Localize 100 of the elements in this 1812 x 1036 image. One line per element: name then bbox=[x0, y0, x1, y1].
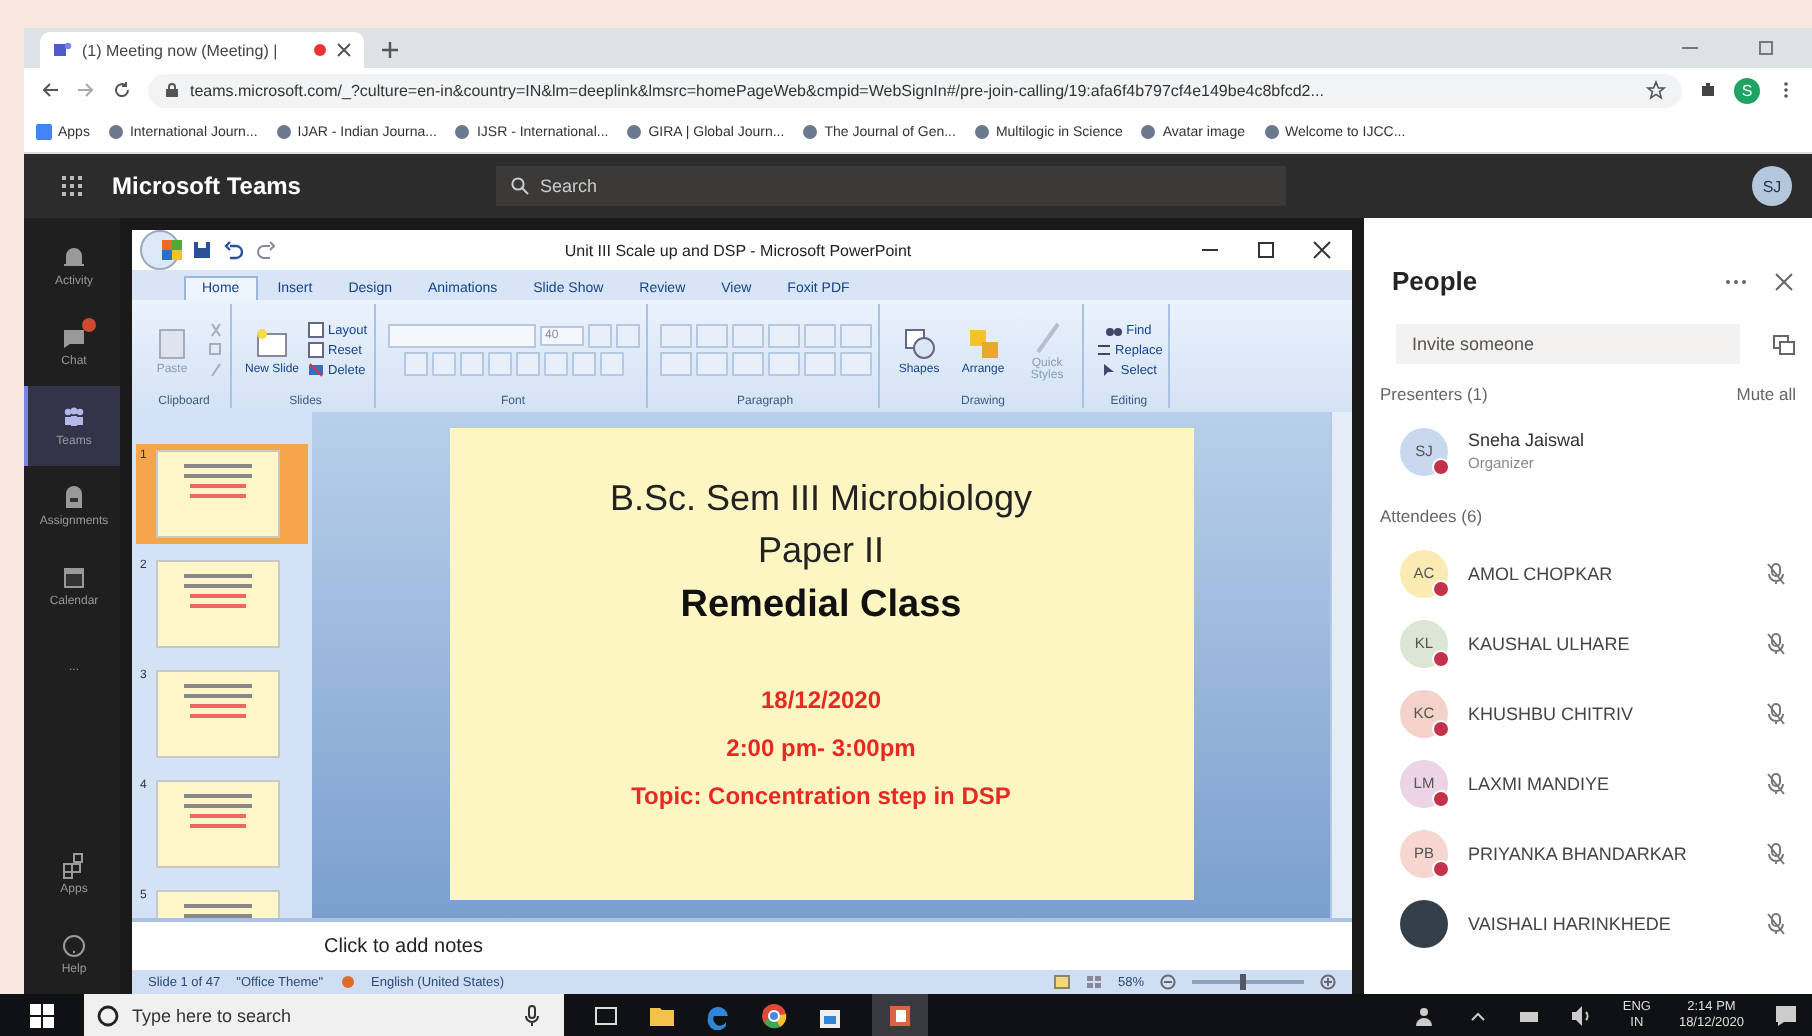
shapes-icon bbox=[901, 325, 938, 361]
zoom-out-icon[interactable] bbox=[1160, 974, 1176, 990]
search-icon bbox=[510, 176, 530, 196]
mic-off-icon[interactable] bbox=[1764, 561, 1788, 585]
slide-text: Topic: Concentration step in DSP bbox=[631, 780, 1011, 814]
cursor-icon bbox=[1100, 362, 1117, 378]
bookmark-icon bbox=[626, 124, 643, 140]
presence-dot bbox=[1432, 859, 1450, 877]
slide-thumbnail bbox=[156, 780, 280, 868]
slide-icon bbox=[254, 325, 290, 361]
undo-icon[interactable] bbox=[224, 240, 244, 260]
close-icon[interactable] bbox=[1312, 240, 1332, 260]
person-name: VAISHALI HARINKHEDE bbox=[1468, 913, 1673, 933]
slide-text: B.Sc. Sem III Microbiology bbox=[609, 476, 1033, 522]
task-view-icon[interactable] bbox=[592, 1001, 620, 1029]
calendar-icon bbox=[60, 564, 88, 592]
mic-off-icon[interactable] bbox=[1764, 771, 1788, 795]
font-name-field[interactable] bbox=[387, 324, 536, 348]
office-logo-icon bbox=[158, 236, 186, 264]
person-name: Sneha Jaiswal bbox=[1468, 430, 1585, 450]
chrome-icon[interactable] bbox=[760, 1001, 788, 1029]
app-launcher-icon[interactable] bbox=[60, 174, 84, 198]
office-button[interactable] bbox=[140, 230, 180, 270]
section-heading[interactable]: Attendees (6) bbox=[1380, 506, 1483, 526]
mic-off-icon[interactable] bbox=[1764, 841, 1788, 865]
bookmark-icon bbox=[36, 124, 52, 140]
presence-dot bbox=[1432, 789, 1450, 807]
bookmark-icon bbox=[1263, 124, 1279, 140]
binoculars-icon bbox=[1106, 322, 1123, 338]
person-name: AMOL CHOPKAR bbox=[1468, 563, 1615, 583]
close-icon[interactable] bbox=[1772, 269, 1796, 293]
powerpoint-taskbar-icon[interactable] bbox=[872, 994, 928, 1036]
section-heading[interactable]: Presenters (1) bbox=[1380, 384, 1488, 404]
clipboard-icon bbox=[154, 325, 190, 361]
sorter-view-icon[interactable] bbox=[1085, 974, 1102, 990]
arrange-icon bbox=[965, 325, 1002, 361]
windows-logo-icon[interactable] bbox=[28, 1001, 56, 1029]
back-icon[interactable] bbox=[40, 80, 60, 100]
replace-icon bbox=[1095, 342, 1112, 358]
reload-icon[interactable] bbox=[112, 80, 132, 100]
bookmark-icon bbox=[275, 124, 292, 140]
cortana-icon bbox=[96, 1003, 120, 1027]
zoom-in-icon[interactable] bbox=[1320, 974, 1336, 990]
share-link-icon[interactable] bbox=[1772, 332, 1796, 356]
presence-dot bbox=[1432, 649, 1450, 667]
browser-tab[interactable]: (1) Meeting now (Meeting) | bbox=[40, 32, 364, 68]
address-bar[interactable]: teams.microsoft.com/_?culture=en-in&country=IN&lm=deeplink&lmsrc=homePageWeb&cmpid=WebSignIn#/pre-join-calling/19:afa6f4b797cf4e149be4c8bfcd2... bbox=[148, 73, 1682, 107]
maximize-icon[interactable] bbox=[1256, 240, 1276, 260]
bookmark-icon bbox=[1140, 124, 1157, 140]
microphone-icon bbox=[520, 1003, 544, 1027]
bookmark-icon bbox=[454, 124, 471, 140]
notification-icon[interactable] bbox=[1772, 1001, 1800, 1029]
powerpoint-icon bbox=[886, 1001, 914, 1029]
slide-text: Paper II bbox=[757, 528, 885, 574]
recording-icon bbox=[314, 44, 326, 56]
spellcheck-icon[interactable] bbox=[339, 974, 356, 990]
person-name: LAXMI MANDIYE bbox=[1468, 773, 1612, 793]
url-text: teams.microsoft.com/_?culture=en-in&country=IN&lm=deeplink&lmsrc=homePageWeb&cmpid=WebSignIn#/pre-join-calling/19:afa6f4b797cf4e149be4c8bfcd2... bbox=[190, 81, 1326, 99]
restore-icon[interactable] bbox=[1756, 38, 1776, 58]
new-tab-icon[interactable] bbox=[380, 40, 400, 60]
person-name: PRIYANKA BHANDARKAR bbox=[1468, 843, 1689, 863]
redo-icon[interactable] bbox=[256, 240, 276, 260]
person-name: KAUSHAL ULHARE bbox=[1468, 633, 1632, 653]
slide-text: 18/12/2020 bbox=[760, 684, 882, 718]
zoom-thumb[interactable] bbox=[1239, 974, 1246, 990]
slide-text: Remedial Class bbox=[680, 582, 962, 630]
app-title: Microsoft Teams bbox=[112, 172, 303, 200]
reset-icon bbox=[308, 342, 324, 358]
scrollbar[interactable] bbox=[1330, 412, 1352, 918]
people-icon bbox=[60, 404, 88, 432]
invite-field[interactable]: Invite someone bbox=[1396, 324, 1740, 364]
slide-thumbnail bbox=[156, 450, 280, 538]
bookmark-icon bbox=[802, 124, 819, 140]
star-icon[interactable] bbox=[1646, 80, 1666, 100]
bookmark-icon bbox=[107, 124, 124, 140]
presence-dot bbox=[1432, 579, 1450, 597]
teams-logo-icon bbox=[52, 40, 72, 60]
apps-icon bbox=[60, 852, 88, 880]
bookmark-icon bbox=[973, 124, 990, 140]
search-field[interactable]: Search bbox=[496, 166, 1286, 206]
slide-thumbnail bbox=[156, 670, 280, 758]
mic-off-icon[interactable] bbox=[1764, 631, 1788, 655]
close-icon[interactable] bbox=[336, 42, 352, 58]
extension-icon[interactable] bbox=[1698, 80, 1718, 100]
user-avatar[interactable]: SJ bbox=[1752, 166, 1792, 206]
mic-off-icon[interactable] bbox=[1764, 701, 1788, 725]
lock-icon bbox=[164, 82, 180, 98]
forward-icon[interactable] bbox=[76, 80, 96, 100]
tab-title: (1) Meeting now (Meeting) | bbox=[82, 41, 280, 59]
normal-view-icon[interactable] bbox=[1053, 974, 1070, 990]
mic-off-icon[interactable] bbox=[1764, 911, 1788, 935]
taskbar-search-field[interactable]: Type here to search bbox=[84, 994, 564, 1036]
notes-field[interactable]: Click to add notes bbox=[132, 918, 1352, 970]
backpack-icon bbox=[60, 484, 88, 512]
save-icon[interactable] bbox=[192, 240, 212, 260]
layout-icon bbox=[308, 322, 324, 338]
slide-text: 2:00 pm- 3:00pm bbox=[726, 732, 916, 766]
edge-icon[interactable] bbox=[704, 1001, 732, 1029]
help-icon bbox=[60, 932, 88, 960]
mute-all-link[interactable]: Mute all bbox=[1736, 384, 1796, 404]
